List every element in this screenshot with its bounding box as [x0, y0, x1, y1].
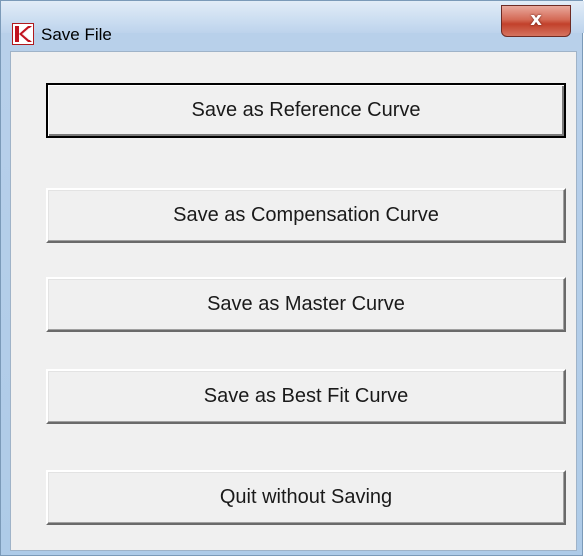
dialog-body: Save as Reference Curve Save as Compensa… — [10, 51, 577, 551]
quit-without-saving-button[interactable]: Quit without Saving — [46, 470, 566, 525]
save-file-dialog: Save File x Save as Reference Curve Save… — [0, 0, 584, 556]
app-logo-icon — [12, 23, 34, 45]
close-icon: x — [530, 9, 542, 30]
save-master-curve-button[interactable]: Save as Master Curve — [46, 277, 566, 332]
save-reference-curve-button[interactable]: Save as Reference Curve — [46, 83, 566, 138]
window-title: Save File — [41, 25, 112, 44]
close-button[interactable]: x — [501, 5, 571, 37]
save-compensation-curve-button[interactable]: Save as Compensation Curve — [46, 188, 566, 243]
save-best-fit-curve-button[interactable]: Save as Best Fit Curve — [46, 369, 566, 424]
